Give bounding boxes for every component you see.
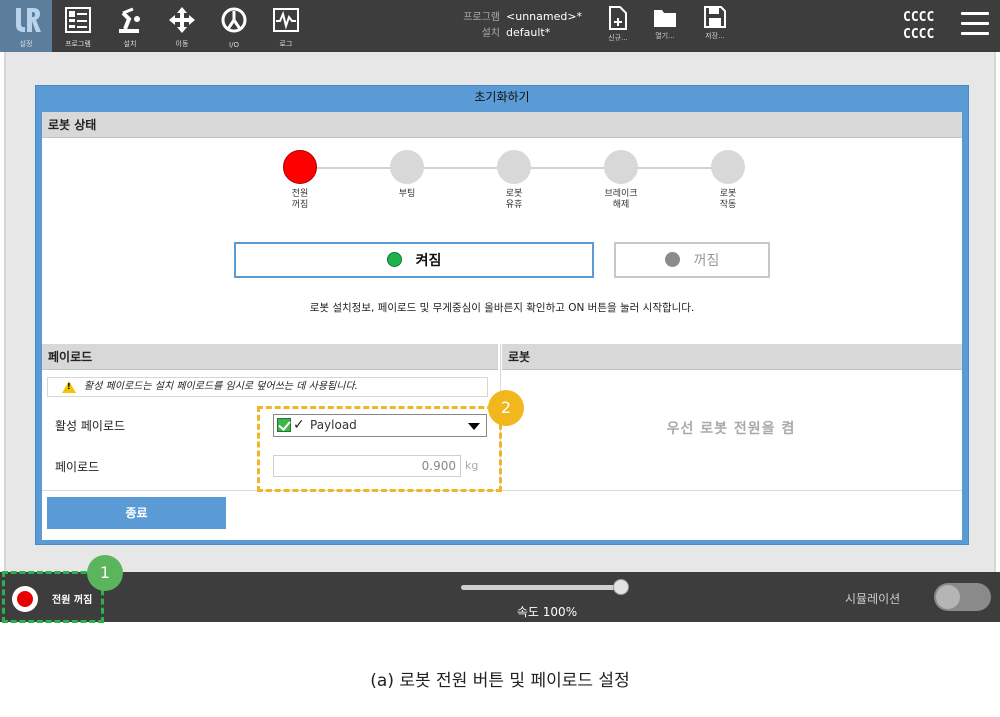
nav-installation[interactable]: 설치 [104, 0, 156, 52]
nav-label: 프로그램 [65, 40, 91, 48]
step-idle: 로봇 유휴 [484, 150, 544, 211]
payload-header: 페이로드 [42, 344, 498, 370]
nav-settings[interactable]: 설정 [0, 0, 52, 52]
nav-label: 설정 [19, 40, 33, 48]
step-running: 로봇 작동 [698, 150, 758, 211]
power-off-button[interactable]: 꺼짐 [614, 242, 770, 278]
ur-logo-icon [16, 8, 41, 32]
step-label: 전원 꺼짐 [291, 189, 309, 210]
status-code: CCCC CCCC [903, 9, 934, 43]
dialog-title: 초기화하기 [474, 90, 530, 104]
open-file-button[interactable]: 열기... [645, 4, 685, 48]
step-label: 브레이크 해제 [604, 189, 638, 210]
status-code-bottom: CCCC [903, 27, 935, 42]
simulation-label: 시뮬레이션 [845, 592, 901, 606]
close-button[interactable]: 종료 [47, 497, 226, 529]
initialize-dialog: 초기화하기 로봇 상태 전원 꺼짐 부팅 로봇 유휴 브레이크 해제 로봇 작동… [35, 85, 969, 545]
nav-label: I/O [229, 41, 239, 49]
step-indicator [711, 150, 745, 184]
simulation-toggle[interactable] [934, 583, 991, 611]
warning-text: 활성 페이로드는 설치 페이로드를 임시로 덮어쓰는 데 사용됩니다. [84, 381, 358, 392]
speed-slider[interactable] [461, 585, 625, 590]
gray-dot-icon [664, 252, 680, 267]
step-brake-release: 브레이크 해제 [591, 150, 651, 211]
step-indicator [283, 150, 317, 184]
program-label: 프로그램 [463, 12, 500, 23]
payload-warning: 활성 페이로드는 설치 페이로드를 임시로 덮어쓰는 데 사용됩니다. [47, 377, 488, 397]
step-indicator [390, 150, 424, 184]
nav-program[interactable]: 프로그램 [52, 0, 104, 52]
step-indicator [604, 150, 638, 184]
annotation-badge-2: 2 [488, 390, 524, 426]
payload-label: 페이로드 [55, 460, 100, 474]
nav-log[interactable]: 로그 [260, 0, 312, 52]
instruction-text: 로봇 설치정보, 페이로드 및 무게중심이 올바른지 확인하고 ON 버튼을 눌… [309, 302, 695, 314]
install-name: default* [506, 26, 551, 39]
open-file-label: 열기... [655, 32, 675, 40]
robot-state-header: 로봇 상태 [42, 112, 962, 138]
top-bar: 설정 프로그램 설치 이동 I/O 로그 프로그램 <unnamed>* 설치 … [0, 0, 1000, 52]
save-icon [704, 6, 726, 28]
new-file-button[interactable]: 신규... [598, 4, 638, 48]
step-label: 로봇 작동 [719, 189, 737, 210]
nav-label: 이동 [175, 40, 189, 48]
status-code-top: CCCC [903, 10, 935, 25]
program-icon [65, 7, 91, 33]
step-label: 로봇 유휴 [505, 189, 523, 210]
robot-header: 로봇 [502, 344, 962, 370]
footer-bar: 전원 꺼짐 속도 100% 시뮬레이션 [0, 572, 1000, 622]
move-icon [169, 7, 195, 33]
new-file-label: 신규... [608, 34, 628, 42]
installation-icon [119, 7, 140, 33]
dialog-body: 로봇 상태 전원 꺼짐 부팅 로봇 유휴 브레이크 해제 로봇 작동 켜짐 꺼짐… [42, 112, 962, 540]
step-label: 부팅 [398, 189, 416, 199]
robot-message: 우선 로봇 전원을 켬 [666, 421, 796, 437]
step-indicator [497, 150, 531, 184]
speed-label: 속도 100% [516, 605, 578, 619]
nav-label: 로그 [279, 40, 293, 48]
figure-caption: (a) 로봇 전원 버튼 및 페이로드 설정 [370, 671, 630, 691]
payload-highlight-box [257, 406, 502, 492]
green-dot-icon [386, 252, 402, 267]
program-name: <unnamed>* [506, 10, 583, 23]
power-off-label: 꺼짐 [693, 253, 720, 269]
nav-io[interactable]: I/O [208, 0, 260, 52]
warning-icon [62, 381, 76, 393]
active-payload-label: 활성 페이로드 [55, 419, 126, 433]
hamburger-menu-icon[interactable] [961, 12, 989, 36]
speed-slider-handle[interactable] [613, 579, 629, 595]
io-icon [221, 7, 247, 33]
step-power-off: 전원 꺼짐 [270, 150, 330, 211]
save-file-label: 저장... [705, 32, 725, 40]
power-on-label: 켜짐 [415, 253, 442, 269]
save-file-button[interactable]: 저장... [695, 4, 735, 48]
nav-move[interactable]: 이동 [156, 0, 208, 52]
install-label: 설치 [481, 28, 500, 39]
folder-icon [654, 10, 676, 27]
new-file-icon [609, 6, 627, 30]
annotation-badge-1: 1 [87, 555, 123, 591]
file-info: 프로그램 <unnamed>* 설치 default* [440, 9, 582, 41]
nav-label: 설치 [123, 40, 137, 48]
step-booting: 부팅 [377, 150, 437, 200]
log-icon [273, 8, 299, 32]
power-on-button[interactable]: 켜짐 [234, 242, 594, 278]
